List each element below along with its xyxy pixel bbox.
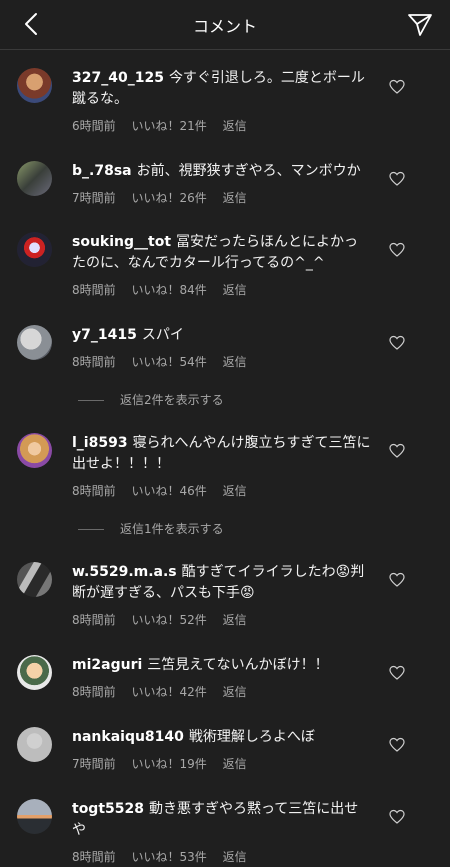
page-title: コメント <box>192 17 257 36</box>
heart-icon[interactable] <box>389 242 405 258</box>
like-count[interactable]: いいね！21件 <box>131 119 206 133</box>
heart-icon[interactable] <box>389 809 405 825</box>
view-replies-button[interactable]: 返信2件を表示する <box>78 391 224 408</box>
reply-button[interactable]: 返信 <box>223 685 247 699</box>
heart-icon[interactable] <box>389 79 405 95</box>
comment-text: お前、視野狭すぎやろ、マンボウか <box>136 163 361 179</box>
comment-username[interactable]: mi2aguri <box>72 657 142 673</box>
heart-icon[interactable] <box>389 335 405 351</box>
comment-time: 8時間前 <box>72 355 116 369</box>
view-replies-label: 返信2件を表示する <box>120 393 224 407</box>
avatar[interactable] <box>17 562 52 597</box>
avatar[interactable] <box>17 799 52 834</box>
comment-text: 三笘見えてないんかぼけ！！ <box>147 657 329 673</box>
avatar[interactable] <box>17 232 52 267</box>
comment-username[interactable]: 327_40_125 <box>72 70 164 86</box>
comment-time: 8時間前 <box>72 484 116 498</box>
comment-text: スパイ <box>141 327 184 343</box>
reply-button[interactable]: 返信 <box>223 850 247 864</box>
heart-icon[interactable] <box>389 665 405 681</box>
comment-text: 戦術理解しろよへぼ <box>188 729 315 745</box>
heart-icon[interactable] <box>389 171 405 187</box>
like-count[interactable]: いいね！53件 <box>131 850 206 864</box>
reply-button[interactable]: 返信 <box>223 355 247 369</box>
avatar[interactable] <box>17 325 52 360</box>
like-count[interactable]: いいね！42件 <box>131 685 206 699</box>
heart-icon[interactable] <box>389 443 405 459</box>
divider <box>78 400 104 401</box>
comment-time: 8時間前 <box>72 283 116 297</box>
divider <box>78 529 104 530</box>
like-count[interactable]: いいね！46件 <box>131 484 206 498</box>
comment-username[interactable]: w.5529.m.a.s <box>72 564 177 580</box>
reply-button[interactable]: 返信 <box>223 757 247 771</box>
comment-username[interactable]: nankaiqu8140 <box>72 729 184 745</box>
reply-button[interactable]: 返信 <box>223 119 247 133</box>
comment-time: 8時間前 <box>72 613 116 627</box>
like-count[interactable]: いいね！26件 <box>131 191 206 205</box>
comment-username[interactable]: togt5528 <box>72 801 144 817</box>
like-count[interactable]: いいね！19件 <box>131 757 206 771</box>
comment-username[interactable]: b_.78sa <box>72 163 132 179</box>
reply-button[interactable]: 返信 <box>223 283 247 297</box>
comment-username[interactable]: souking__tot <box>72 234 171 250</box>
like-count[interactable]: いいね！84件 <box>131 283 206 297</box>
comment-time: 7時間前 <box>72 757 116 771</box>
avatar[interactable] <box>17 161 52 196</box>
reply-button[interactable]: 返信 <box>223 191 247 205</box>
view-replies-button[interactable]: 返信1件を表示する <box>78 520 224 537</box>
comment-time: 7時間前 <box>72 191 116 205</box>
comment-time: 6時間前 <box>72 119 116 133</box>
avatar[interactable] <box>17 433 52 468</box>
like-count[interactable]: いいね！52件 <box>131 613 206 627</box>
send-icon[interactable] <box>406 10 434 38</box>
reply-button[interactable]: 返信 <box>223 484 247 498</box>
avatar[interactable] <box>17 655 52 690</box>
like-count[interactable]: いいね！54件 <box>131 355 206 369</box>
avatar[interactable] <box>17 68 52 103</box>
view-replies-label: 返信1件を表示する <box>120 522 224 536</box>
comment-username[interactable]: l_i8593 <box>72 435 128 451</box>
comment-time: 8時間前 <box>72 850 116 864</box>
reply-button[interactable]: 返信 <box>223 613 247 627</box>
heart-icon[interactable] <box>389 737 405 753</box>
comment-time: 8時間前 <box>72 685 116 699</box>
top-bar: コメント <box>0 0 450 50</box>
comment-username[interactable]: y7_1415 <box>72 327 137 343</box>
heart-icon[interactable] <box>389 572 405 588</box>
avatar[interactable] <box>17 727 52 762</box>
